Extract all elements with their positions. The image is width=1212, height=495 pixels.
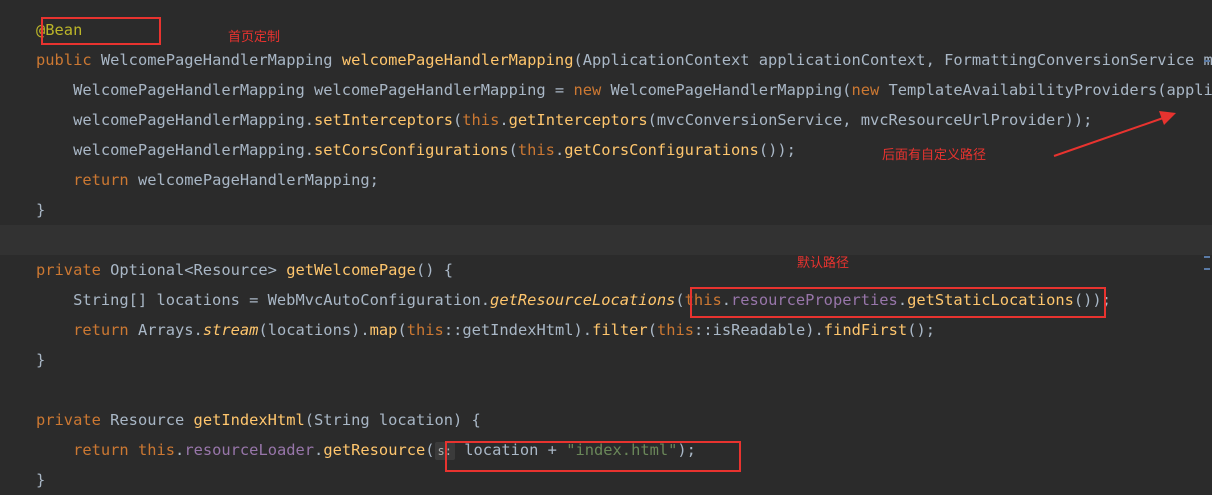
code-token: (); [907, 321, 935, 339]
code-token: ( [508, 141, 518, 159]
code-token: (String location) { [304, 411, 481, 429]
scroll-marker [1204, 60, 1210, 62]
bean-annotation-box [41, 17, 161, 45]
code-token: WelcomePageHandlerMapping [100, 51, 333, 69]
code-token: ( [647, 321, 657, 339]
code-line[interactable] [0, 375, 1212, 405]
code-token: (mvcConversionService, mvcResourceUrlPro… [647, 111, 1093, 129]
code-token: public [36, 51, 101, 69]
code-line[interactable]: private Optional<Resource> getWelcomePag… [0, 255, 1212, 285]
code-token: (locations). [258, 321, 370, 339]
code-token: ::isReadable). [694, 321, 824, 339]
code-token: welcomePageHandlerMapping. [36, 111, 314, 129]
code-text: } [36, 195, 45, 225]
code-token: resourceLoader [184, 441, 315, 459]
code-line[interactable]: } [0, 195, 1212, 225]
code-token: return [73, 321, 138, 339]
code-text: private Resource getIndexHtml(String loc… [36, 405, 481, 435]
code-token: this [406, 321, 444, 339]
code-token: Resource [110, 411, 194, 429]
code-token: } [36, 351, 46, 369]
code-token: } [36, 201, 46, 219]
code-token: private [36, 411, 111, 429]
code-token: (ApplicationContext applicationContext, … [573, 51, 1212, 69]
code-line[interactable]: WelcomePageHandlerMapping welcomePageHan… [0, 75, 1212, 105]
code-token: getResourceLocations [490, 291, 676, 309]
code-line[interactable]: return Arrays.stream(locations).map(this… [0, 315, 1212, 345]
code-text: welcomePageHandlerMapping.setInterceptor… [36, 105, 1092, 135]
code-token: ( [675, 291, 685, 309]
code-token: this [462, 111, 500, 129]
code-token: () { [415, 261, 454, 279]
code-line[interactable]: } [0, 345, 1212, 375]
arrow-icon [1053, 111, 1176, 157]
code-line[interactable]: welcomePageHandlerMapping.setInterceptor… [0, 105, 1212, 135]
default-path-note: 默认路径 [797, 256, 850, 271]
code-token: findFirst [823, 321, 908, 339]
code-token: . [175, 441, 185, 459]
code-line[interactable]: welcomePageHandlerMapping.setCorsConfigu… [0, 135, 1212, 165]
code-line[interactable]: private Resource getIndexHtml(String loc… [0, 405, 1212, 435]
code-line[interactable]: public WelcomePageHandlerMapping welcome… [0, 45, 1212, 75]
code-token: getWelcomePage [286, 261, 416, 279]
code-text: return Arrays.stream(locations).map(this… [36, 315, 935, 345]
code-token: return [73, 171, 138, 189]
code-text: } [36, 465, 45, 495]
code-text: return welcomePageHandlerMapping; [36, 165, 379, 195]
code-token: private [36, 261, 111, 279]
code-token: Arrays. [137, 321, 203, 339]
code-token: getResource [323, 441, 426, 459]
scroll-marker [1204, 256, 1210, 258]
code-token: WelcomePageHandlerMapping welcomePageHan… [36, 81, 574, 99]
code-token: this [656, 321, 695, 339]
code-token: getInterceptors [508, 111, 648, 129]
code-token: setInterceptors [313, 111, 453, 129]
code-token: return [73, 441, 138, 459]
code-token: filter [592, 321, 648, 339]
code-token: welcomePageHandlerMapping [341, 51, 574, 69]
code-token: WelcomePageHandlerMapping( [610, 81, 852, 99]
code-text: WelcomePageHandlerMapping welcomePageHan… [36, 75, 1212, 105]
static-locations-box [690, 287, 1106, 318]
code-text: public WelcomePageHandlerMapping welcome… [36, 45, 1212, 75]
code-line[interactable]: @Bean [0, 15, 1212, 45]
code-token: getCorsConfigurations [564, 141, 759, 159]
custom-path-note: 后面有自定义路径 [882, 148, 987, 163]
code-token: } [36, 471, 46, 489]
code-token: ()); [758, 141, 796, 159]
homepage-custom-note: 首页定制 [228, 30, 281, 45]
code-token: map [369, 321, 398, 339]
code-token: stream [202, 321, 259, 339]
code-text: welcomePageHandlerMapping.setCorsConfigu… [36, 135, 796, 165]
code-token: ( [397, 321, 407, 339]
code-line[interactable]: return welcomePageHandlerMapping; [0, 165, 1212, 195]
code-token: Optional<Resource> [110, 261, 287, 279]
code-token: TemplateAvailabilityProviders(applic [888, 81, 1212, 99]
code-token: welcomePageHandlerMapping; [137, 171, 379, 189]
code-token: ( [425, 441, 435, 459]
code-token: ::getIndexHtml). [443, 321, 593, 339]
code-token: welcomePageHandlerMapping. [36, 141, 314, 159]
code-line[interactable] [0, 225, 1212, 255]
scroll-marker [1204, 268, 1210, 270]
code-token: ( [452, 111, 463, 129]
code-text: private Optional<Resource> getWelcomePag… [36, 255, 453, 285]
code-token: . [499, 111, 509, 129]
code-text: } [36, 345, 45, 375]
code-token: getIndexHtml [193, 411, 305, 429]
code-token: . [554, 141, 565, 159]
code-token: new [851, 81, 889, 99]
code-token: setCorsConfigurations [313, 141, 509, 159]
code-token: . [314, 441, 324, 459]
code-token: new [573, 81, 611, 99]
code-token: this [517, 141, 555, 159]
code-token: this [137, 441, 176, 459]
index-html-box [445, 441, 741, 472]
code-token: String[] locations = WebMvcAutoConfigura… [36, 291, 491, 309]
